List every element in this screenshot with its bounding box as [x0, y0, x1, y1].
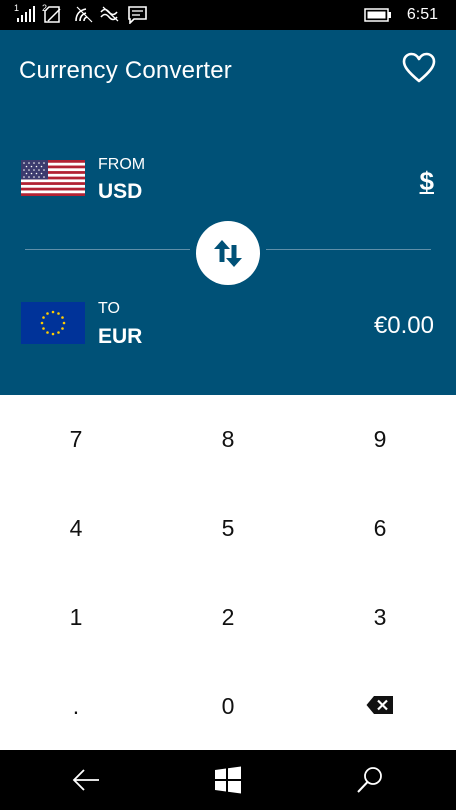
to-amount: €0.00	[373, 312, 434, 339]
swap-arrows-icon	[214, 240, 242, 267]
key-5[interactable]: 5	[152, 484, 304, 573]
heart-outline-icon[interactable]	[402, 52, 436, 84]
divider-left	[25, 249, 190, 250]
key-4[interactable]: 4	[0, 484, 152, 573]
from-currency-code[interactable]: USD	[98, 180, 142, 204]
data-icon	[100, 6, 120, 22]
signal-icon: 1	[14, 3, 36, 23]
eu-flag-icon[interactable]	[21, 302, 85, 344]
key-7[interactable]: 7	[0, 395, 152, 484]
sim2-signal-icon: 2	[42, 3, 64, 23]
divider-right	[266, 249, 431, 250]
key-0[interactable]: 0	[152, 662, 304, 751]
from-label: FROM	[98, 156, 146, 173]
svg-text:1: 1	[14, 3, 19, 13]
backspace-button[interactable]	[304, 660, 456, 749]
swap-button[interactable]	[196, 221, 260, 285]
number-keypad: 7 8 9 4 5 6 1 2 3 . 0	[0, 395, 456, 750]
status-bar: 1 2 6:51	[0, 0, 456, 30]
key-decimal[interactable]: .	[0, 662, 152, 751]
page-title: Currency Converter	[19, 57, 233, 84]
backspace-icon	[366, 695, 393, 714]
message-icon	[128, 6, 148, 24]
windows-icon[interactable]	[212, 764, 244, 796]
back-arrow-icon[interactable]	[70, 764, 102, 796]
search-icon[interactable]	[354, 764, 386, 796]
clock: 6:51	[406, 6, 438, 23]
from-amount[interactable]: $	[420, 166, 434, 197]
to-label: TO	[98, 300, 120, 317]
key-1[interactable]: 1	[0, 573, 152, 662]
key-6[interactable]: 6	[304, 484, 456, 573]
key-2[interactable]: 2	[152, 573, 304, 662]
wifi-icon	[74, 5, 94, 23]
key-3[interactable]: 3	[304, 573, 456, 662]
to-currency-code[interactable]: EUR	[98, 325, 142, 349]
us-flag-icon[interactable]	[21, 160, 85, 196]
battery-icon	[364, 8, 392, 22]
converter-panel: Currency Converter FROM USD $ TO EUR €0.…	[0, 30, 456, 395]
key-9[interactable]: 9	[304, 395, 456, 484]
system-nav-bar	[0, 750, 456, 810]
key-8[interactable]: 8	[152, 395, 304, 484]
